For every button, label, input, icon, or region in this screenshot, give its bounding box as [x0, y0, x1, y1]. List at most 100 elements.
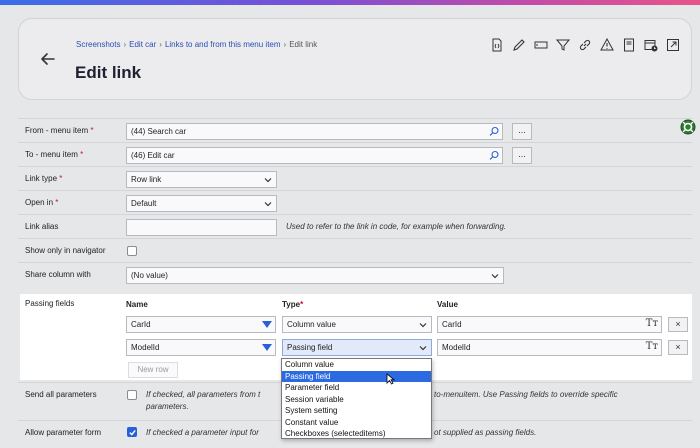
share-column-select[interactable]: (No value)	[126, 267, 504, 284]
back-arrow-icon[interactable]	[39, 50, 57, 68]
show-navigator-label: Show only in navigator	[25, 246, 106, 255]
send-all-hint: If checked, all parameters from t	[146, 390, 261, 399]
mouse-cursor-icon	[386, 373, 395, 385]
passing-field-name-input[interactable]: CarId	[126, 316, 276, 333]
from-menu-item-value: (44) Search car	[131, 127, 187, 136]
row-to-menu-item: To - menu item * (46) Edit car ...	[18, 142, 692, 166]
link-icon[interactable]	[575, 36, 594, 54]
warning-icon[interactable]	[597, 36, 616, 54]
page-title: Edit link	[75, 63, 142, 82]
text-field-icon[interactable]	[531, 36, 550, 54]
send-all-hint-continued: to-menuitem. Use Passing fields to overr…	[434, 390, 618, 399]
row-open-in: Open in * Default	[18, 190, 692, 214]
required-mark: *	[90, 126, 94, 135]
pencil-icon[interactable]	[509, 36, 528, 54]
page-header: Screenshots › Edit car › Links to and from t…	[18, 18, 692, 100]
passing-field-type-select[interactable]: Column value	[282, 316, 432, 333]
new-row-button[interactable]: New row	[128, 362, 178, 378]
passing-field-name-input[interactable]: ModelId	[126, 339, 276, 356]
text-format-icon[interactable]: Tт	[646, 318, 658, 329]
send-all-hint-line2: parameters.	[146, 402, 189, 411]
link-type-value: Row link	[131, 175, 162, 184]
dropdown-option-parameter-field[interactable]: Parameter field	[282, 382, 431, 394]
code-file-icon[interactable]	[487, 36, 506, 54]
breadcrumb: Screenshots › Edit car › Links to and from t…	[76, 40, 318, 49]
required-mark: *	[300, 300, 304, 309]
dropdown-option-constant-value[interactable]: Constant value	[282, 417, 431, 429]
passing-field-value: ModelId	[442, 343, 471, 352]
link-alias-label: Link alias	[25, 222, 59, 231]
remove-row-button[interactable]: ×	[668, 340, 688, 355]
link-type-label: Link type	[25, 174, 58, 183]
chevron-down-icon	[419, 323, 427, 328]
external-link-icon[interactable]	[663, 36, 682, 54]
filter-icon[interactable]	[553, 36, 572, 54]
passing-field-type-select[interactable]: Passing field	[282, 339, 432, 356]
top-gradient-bar	[0, 0, 700, 5]
lookup-icon[interactable]	[489, 150, 500, 161]
row-show-in-navigator: Show only in navigator	[18, 238, 692, 262]
to-menu-item-value: (46) Edit car	[131, 151, 175, 160]
row-link-alias: Link alias Used to refer to the link in …	[18, 214, 692, 238]
chevron-down-icon	[264, 178, 272, 183]
dropdown-option-session-variable[interactable]: Session variable	[282, 394, 431, 406]
show-navigator-checkbox[interactable]	[127, 246, 137, 256]
triangle-down-icon[interactable]	[262, 321, 272, 329]
checkmark-icon	[129, 429, 136, 436]
from-browse-button[interactable]: ...	[512, 123, 532, 140]
open-in-label: Open in	[25, 198, 54, 207]
dropdown-option-column-value[interactable]: Column value	[282, 359, 431, 371]
passing-field-type: Column value	[287, 320, 336, 329]
passing-field-name: ModelId	[131, 343, 160, 352]
to-menu-item-field[interactable]: (46) Edit car	[126, 147, 503, 164]
required-mark: *	[55, 198, 59, 207]
to-browse-button[interactable]: ...	[512, 147, 532, 164]
link-alias-hint: Used to refer to the link in code, for e…	[286, 222, 507, 231]
chevron-down-icon	[419, 346, 427, 351]
link-type-select[interactable]: Row link	[126, 171, 277, 188]
dropdown-option-system-setting[interactable]: System setting	[282, 405, 431, 417]
breadcrumb-current: Edit link	[289, 40, 318, 49]
to-label: To - menu item	[25, 150, 78, 159]
col-value-header: Value	[437, 300, 458, 309]
row-from-menu-item: From - menu item * (44) Search car ...	[18, 118, 692, 142]
required-mark: *	[59, 174, 63, 183]
book-icon[interactable]	[619, 36, 638, 54]
open-in-value: Default	[131, 199, 157, 208]
from-menu-item-field[interactable]: (44) Search car	[126, 123, 503, 140]
toolbar	[487, 36, 682, 54]
type-dropdown-list[interactable]: Column value Passing field Parameter fie…	[281, 358, 432, 439]
col-name-header: Name	[126, 300, 148, 309]
chevron-down-icon	[264, 202, 272, 207]
required-mark: *	[80, 150, 84, 159]
share-column-value: (No value)	[131, 271, 168, 280]
allow-form-checkbox[interactable]	[127, 427, 137, 437]
send-all-label: Send all parameters	[25, 390, 97, 399]
passing-field-value-input[interactable]: ModelId Tт	[437, 339, 662, 356]
breadcrumb-edit-car[interactable]: Edit car	[129, 40, 156, 49]
lookup-icon[interactable]	[489, 126, 500, 137]
breadcrumb-screenshots[interactable]: Screenshots	[76, 40, 120, 49]
dropdown-option-checkboxes[interactable]: Checkboxes (selecteditems)	[282, 428, 431, 440]
triangle-down-icon[interactable]	[262, 344, 272, 352]
calendar-clock-icon[interactable]	[641, 36, 660, 54]
row-link-type: Link type * Row link	[18, 166, 692, 190]
share-column-label: Share column with	[25, 270, 91, 279]
row-share-column: Share column with (No value)	[18, 262, 692, 286]
text-format-icon[interactable]: Tт	[646, 341, 658, 352]
passing-field-value: CarId	[442, 320, 462, 329]
open-in-select[interactable]: Default	[126, 195, 277, 212]
passing-field-type: Passing field	[287, 343, 333, 352]
link-alias-input[interactable]	[126, 219, 277, 236]
breadcrumb-links[interactable]: Links to and from this menu item	[165, 40, 281, 49]
passing-fields-label: Passing fields	[25, 299, 75, 308]
passing-field-value-input[interactable]: CarId Tт	[437, 316, 662, 333]
from-label: From - menu item	[25, 126, 89, 135]
send-all-checkbox[interactable]	[127, 390, 137, 400]
remove-row-button[interactable]: ×	[668, 317, 688, 332]
col-type-header: Type	[282, 300, 301, 309]
allow-form-label: Allow parameter form	[25, 428, 102, 437]
passing-field-name: CarId	[131, 320, 151, 329]
allow-form-hint-continued: ot supplied as passing fields.	[434, 428, 537, 437]
dropdown-option-passing-field[interactable]: Passing field	[282, 370, 431, 382]
